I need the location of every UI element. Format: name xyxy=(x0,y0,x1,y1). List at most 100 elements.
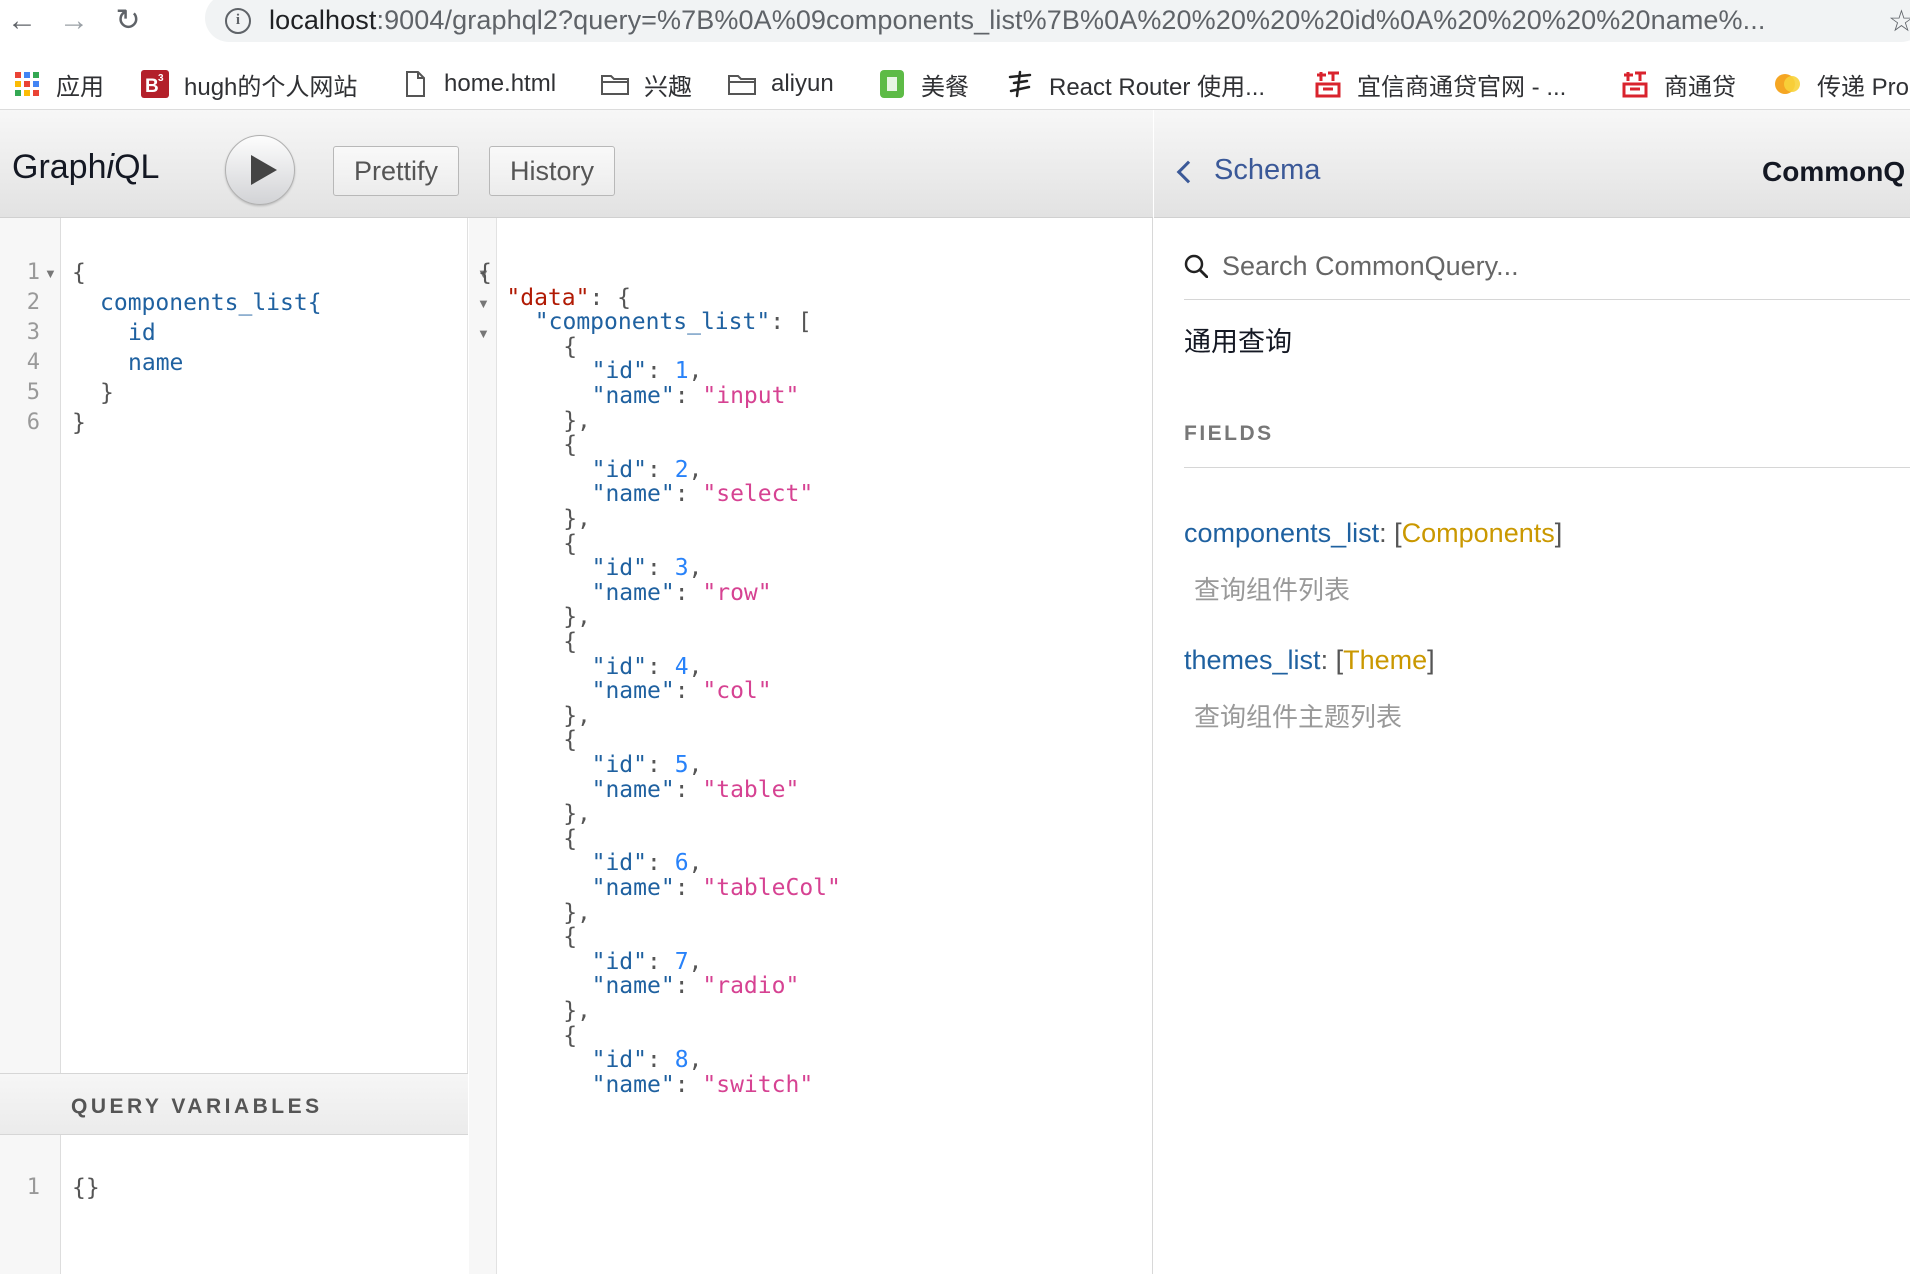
calligraphy-icon xyxy=(1008,70,1032,98)
reload-icon[interactable]: ↻ xyxy=(110,4,146,40)
url-text[interactable]: localhost:9004/graphql2?query=%7B%0A%09c… xyxy=(269,5,1765,36)
search-icon xyxy=(1184,254,1208,278)
graphiql-logo: GraphiQL xyxy=(12,148,160,186)
result-viewer: ▼ ▼ ▼ {"data": {"components_list": [{"id… xyxy=(469,218,1153,1274)
bookmark-item[interactable]: 宜信商通贷官网 - ... xyxy=(1313,68,1567,101)
name-value: "switch" xyxy=(702,1071,814,1098)
code-line: } xyxy=(72,410,86,436)
play-icon xyxy=(251,155,277,185)
code-line: name xyxy=(128,350,184,376)
field-name-link[interactable]: themes_list xyxy=(1184,645,1321,675)
result-line: "name": "tableCol" xyxy=(591,875,841,901)
line-number: 5 xyxy=(26,380,40,405)
folder-icon xyxy=(728,75,756,95)
type-description: 通用查询 xyxy=(1184,327,1292,357)
fold-gutter: ▼ ▼ ▼ xyxy=(469,218,497,1274)
doc-field: themes_list: [Theme] xyxy=(1184,645,1435,675)
line-number: 3 xyxy=(26,320,40,345)
browser-toolbar: ← → ↻ i localhost:9004/graphql2?query=%7… xyxy=(0,0,1910,42)
name-value: "tableCol" xyxy=(702,875,841,901)
result-line: "id": 7, xyxy=(591,948,703,975)
forward-arrow-icon[interactable]: → xyxy=(56,4,92,40)
bookmark-label: 传递 Pro xyxy=(1817,73,1910,101)
bookmark-item[interactable]: 应用 xyxy=(12,68,104,101)
result-line: "name": "row" xyxy=(591,579,772,606)
result-line: "id": 2, xyxy=(591,456,703,483)
history-button[interactable]: History xyxy=(489,146,616,196)
fold-arrow-icon[interactable]: ▼ xyxy=(477,296,490,311)
result-line: }, xyxy=(563,604,591,631)
bookmark-item[interactable]: 商通贷 xyxy=(1620,68,1736,101)
result-line: { xyxy=(563,432,578,459)
back-arrow-icon[interactable]: ← xyxy=(4,4,40,40)
info-icon[interactable]: i xyxy=(225,8,251,34)
bookmark-item[interactable]: aliyun xyxy=(727,68,834,100)
name-value: "input" xyxy=(702,383,800,409)
code-line: id xyxy=(128,320,156,346)
chevron-left-icon xyxy=(1176,160,1200,183)
line-number: 1 xyxy=(26,260,40,285)
result-line: "id": 3, xyxy=(591,555,703,582)
bookmark-star-icon[interactable]: ☆ xyxy=(1888,4,1910,39)
result-line: "id": 5, xyxy=(591,752,703,778)
result-line: "id": 8, xyxy=(591,1047,703,1074)
fold-arrow-icon[interactable]: ▼ xyxy=(477,326,490,341)
bookmark-label: aliyun xyxy=(771,70,834,97)
result-line: "name": "input" xyxy=(591,383,800,409)
id-value: 4 xyxy=(674,653,689,680)
chuandi-icon xyxy=(1775,74,1800,94)
bookmark-label: 宜信商通贷官网 - ... xyxy=(1357,73,1567,101)
schema-back-button[interactable]: Schema xyxy=(1176,154,1320,187)
bookmark-label: 应用 xyxy=(56,73,104,101)
dai-icon xyxy=(1622,71,1648,98)
result-line: "data": { xyxy=(506,284,632,311)
field-type-link[interactable]: Components xyxy=(1402,518,1555,548)
id-value: 5 xyxy=(674,752,689,778)
line-number: 1 xyxy=(26,1175,40,1200)
result-line: { xyxy=(563,333,578,360)
result-line: }, xyxy=(563,506,591,532)
address-bar[interactable]: i localhost:9004/graphql2?query=%7B%0A%0… xyxy=(205,0,1910,42)
name-value: "col" xyxy=(702,678,772,705)
variables-editor[interactable]: 1 {} xyxy=(0,1135,468,1274)
file-icon xyxy=(406,71,425,97)
code-line: } xyxy=(100,380,114,406)
execute-query-button[interactable] xyxy=(225,135,295,205)
prettify-button[interactable]: Prettify xyxy=(333,146,460,196)
result-line: "name": "table" xyxy=(591,776,800,803)
fields-heading: FIELDS xyxy=(1184,422,1910,468)
name-value: "radio" xyxy=(702,973,800,1000)
dai-icon xyxy=(1315,71,1341,98)
bookmark-item[interactable]: 兴趣 xyxy=(600,68,692,101)
id-value: 1 xyxy=(674,358,689,385)
result-line: { xyxy=(563,530,578,557)
id-value: 2 xyxy=(674,456,689,483)
bookmark-item[interactable]: 美餐 xyxy=(877,68,969,101)
folder-icon xyxy=(601,75,629,95)
query-variables-header[interactable]: QUERY VARIABLES xyxy=(0,1073,468,1135)
bookmark-label: 兴趣 xyxy=(644,73,692,101)
field-name-link[interactable]: components_list xyxy=(1184,518,1379,548)
bookmark-label: React Router 使用... xyxy=(1049,73,1266,101)
field-description: 查询组件列表 xyxy=(1194,575,1351,605)
apps-grid-icon xyxy=(15,72,39,96)
result-line: }, xyxy=(563,702,591,729)
line-number: 4 xyxy=(26,350,40,375)
bookmark-item[interactable]: React Router 使用... xyxy=(1005,68,1266,101)
doc-title: CommonQ xyxy=(1762,156,1906,187)
field-type-link[interactable]: Theme xyxy=(1343,645,1427,675)
doc-search[interactable] xyxy=(1184,242,1910,300)
field-description: 查询组件主题列表 xyxy=(1194,702,1403,732)
bookmark-label: hugh的个人网站 xyxy=(184,73,358,101)
bookmark-item[interactable]: 传递 Pro xyxy=(1773,68,1910,101)
bookmark-item[interactable]: home.html xyxy=(400,68,556,100)
bookmark-item[interactable]: B 3 hugh的个人网站 xyxy=(140,68,358,101)
line-number-gutter: 1 xyxy=(0,1135,61,1274)
doc-search-input[interactable] xyxy=(1222,248,1902,284)
id-value: 6 xyxy=(674,850,689,877)
graphiql-toolbar: GraphiQL Prettify History xyxy=(0,110,1153,218)
doc-explorer: Schema CommonQ 通用查询 FIELDS components_li… xyxy=(1154,110,1910,1274)
result-line: { xyxy=(563,629,578,655)
fold-arrow-icon[interactable]: ▼ xyxy=(44,266,57,281)
result-line: "name": "col" xyxy=(591,678,772,705)
